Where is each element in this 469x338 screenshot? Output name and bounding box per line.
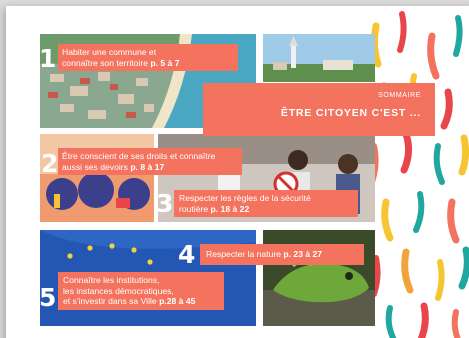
section-3-line2: routière bbox=[179, 203, 209, 214]
section-2-line2: aussi ses devoirs bbox=[62, 161, 128, 172]
section-4-line1: Respecter la nature bbox=[206, 249, 281, 259]
section-2-pages: p. 8 à 17 bbox=[130, 161, 165, 172]
section-5-line2: les instances démocratiques, bbox=[63, 285, 174, 296]
section-4-banner: Respecter la nature p. 23 à 27 bbox=[200, 244, 364, 265]
section-5-line3: et s'investir dans sa Ville bbox=[63, 296, 157, 306]
brush-strokes-decoration bbox=[369, 11, 469, 338]
section-3-banner: Respecter les règles de la sécurité rout… bbox=[174, 190, 358, 217]
summary-subtitle: SOMMAIRE bbox=[378, 92, 421, 99]
section-1-number: 1 bbox=[39, 44, 57, 73]
section-5-number: 5 bbox=[39, 283, 57, 312]
section-2-line1: Être conscient de ses droits et connaîtr… bbox=[62, 151, 216, 161]
section-1-banner: Habiter une commune et connaître son ter… bbox=[58, 44, 238, 71]
section-3-pages: p. 18 à 22 bbox=[210, 203, 250, 214]
section-1-line1: Habiter une commune et bbox=[62, 47, 157, 57]
section-3-line1: Respecter les règles de la sécurité bbox=[179, 193, 311, 203]
summary-title: ÊTRE CITOYEN C'EST ... bbox=[280, 107, 421, 119]
section-2-banner: Être conscient de ses droits et connaîtr… bbox=[58, 148, 242, 175]
summary-header: SOMMAIRE ÊTRE CITOYEN C'EST ... bbox=[203, 83, 435, 136]
section-1-line2: connaître son territoire bbox=[62, 57, 148, 68]
section-4-pages: p. 23 à 27 bbox=[283, 249, 323, 259]
summary-page: SOMMAIRE ÊTRE CITOYEN C'EST ... 1 Habite… bbox=[6, 6, 469, 338]
photo-town-church bbox=[263, 34, 375, 82]
section-5-banner: Connaître les institutions, les instance… bbox=[58, 272, 224, 310]
section-5-pages: p.28 à 45 bbox=[159, 296, 196, 306]
section-5-line1: Connaître les institutions, bbox=[63, 275, 160, 285]
section-3-number: 3 bbox=[156, 189, 174, 218]
section-1-pages: p. 5 à 7 bbox=[150, 57, 180, 68]
section-4-number: 4 bbox=[178, 240, 196, 269]
section-2-number: 2 bbox=[41, 149, 59, 178]
